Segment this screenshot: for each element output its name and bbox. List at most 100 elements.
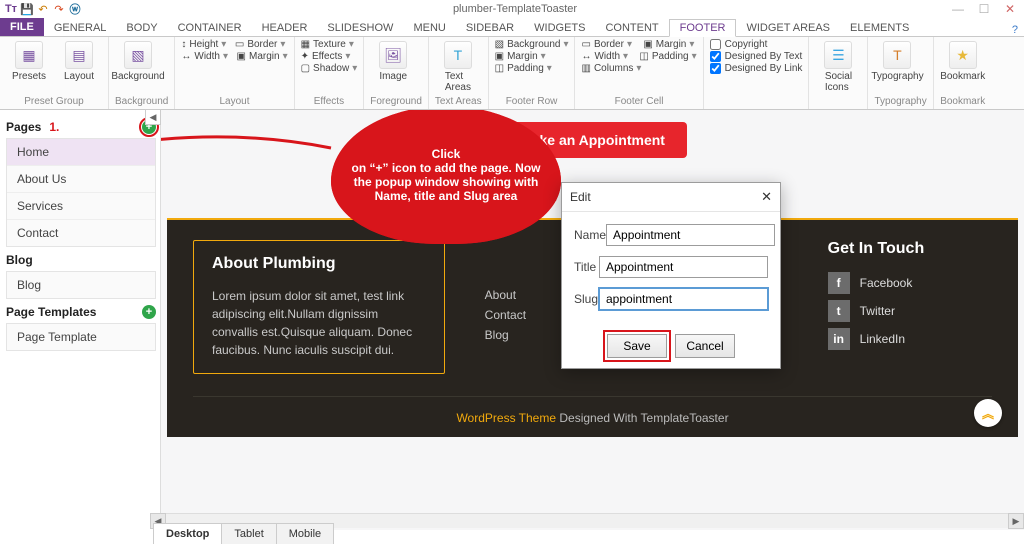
minimize-button[interactable]: — [948,2,968,16]
social-facebook[interactable]: fFacebook [828,272,992,294]
width-dd[interactable]: ↔ Width ▾ ▣ Margin ▾ [181,51,287,62]
title-input[interactable] [599,256,768,278]
slug-label: Slug [574,292,599,306]
tab-slideshow[interactable]: SLIDESHOW [317,20,403,36]
file-menu[interactable]: FILE [0,18,44,36]
typography-button[interactable]: TTypography [874,39,920,84]
social-twitter[interactable]: tTwitter [828,300,992,322]
wordpress-icon[interactable]: ⓦ [68,2,82,16]
shadow-dd[interactable]: ▢ Shadow ▾ [301,63,358,74]
about-column: About Plumbing Lorem ipsum dolor sit ame… [193,240,445,374]
main-area: ◀ Pages 1. + Home About Us Services Cont… [0,110,1024,530]
designed-text-check[interactable]: Designed By Text [710,51,803,62]
layout-button[interactable]: ▤Layout [56,39,102,84]
close-button[interactable]: ✕ [1000,2,1020,16]
slug-input[interactable] [599,288,768,310]
group-designed: Copyright Designed By Text Designed By L… [704,37,810,109]
quick-access-toolbar: Tᴛ 💾 ↶ ↷ ⓦ [4,2,82,16]
page-item-home[interactable]: Home [7,139,155,166]
group-effects: ▦ Texture ▾ ✦ Effects ▾ ▢ Shadow ▾ Effec… [295,37,365,109]
edit-dialog: Edit✕ Name Title Slug Save Cancel [561,182,781,369]
view-mobile[interactable]: Mobile [276,523,334,544]
group-foreground: 🖼Image Foreground [364,37,429,109]
template-item[interactable]: Page Template [7,324,155,350]
save-button[interactable]: Save [607,334,667,358]
menu-tabs: FILE GENERAL BODY CONTAINER HEADER SLIDE… [0,18,1024,37]
pages-panel: Home About Us Services Contact [6,138,156,247]
pages-heading: Pages 1. + [6,120,156,134]
twitter-icon: t [828,300,850,322]
annotation-1: 1. [49,120,59,134]
facebook-icon: f [828,272,850,294]
image-button[interactable]: 🖼Image [370,39,416,84]
add-template-button[interactable]: + [142,305,156,319]
row-margin-dd[interactable]: ▣ Margin ▾ [495,51,569,62]
view-tablet[interactable]: Tablet [221,523,276,544]
blog-item[interactable]: Blog [7,272,155,298]
tab-widgets[interactable]: WIDGETS [524,20,595,36]
undo-icon[interactable]: ↶ [36,2,50,16]
group-footer-cell: ▭ Border ▾ ▣ Margin ▾ ↔ Width ▾ ◫ Paddin… [575,37,703,109]
title-bar: Tᴛ 💾 ↶ ↷ ⓦ plumber-TemplateToaster — ☐ ✕ [0,0,1024,18]
name-label: Name [574,228,606,242]
group-layout: ↕ Height ▾ ▭ Border ▾ ↔ Width ▾ ▣ Margin… [175,37,294,109]
scroll-top-button[interactable]: ︽ [974,399,1002,427]
about-heading: About Plumbing [212,255,426,273]
group-social: ☰Social Icons [809,37,868,109]
scroll-right-icon[interactable]: ▶ [1008,513,1024,529]
dialog-close-icon[interactable]: ✕ [761,189,772,205]
bookmark-button[interactable]: ★Bookmark [940,39,986,84]
effects-dd[interactable]: ✦ Effects ▾ [301,51,358,62]
templates-heading: Page Templates + [6,305,156,319]
redo-icon[interactable]: ↷ [52,2,66,16]
linkedin-icon: in [828,328,850,350]
app-logo-icon: Tᴛ [4,2,18,16]
tab-header[interactable]: HEADER [252,20,318,36]
social-column: Get In Touch fFacebook tTwitter inLinked… [828,240,992,374]
tab-footer[interactable]: FOOTER [669,19,737,37]
group-footer-row: ▧ Background ▾ ▣ Margin ▾ ◫ Padding ▾ Fo… [489,37,576,109]
help-icon[interactable]: ? [1006,24,1024,36]
view-desktop[interactable]: Desktop [153,523,222,544]
cancel-button[interactable]: Cancel [675,334,735,358]
view-tabs: Desktop Tablet Mobile [153,523,333,544]
annotation-arrow [161,124,341,164]
page-item-about[interactable]: About Us [7,166,155,193]
group-typography: TTypography Typography [868,37,933,109]
background-button[interactable]: ▧Background [115,39,161,84]
tab-general[interactable]: GENERAL [44,20,117,36]
height-dd[interactable]: ↕ Height ▾ ▭ Border ▾ [181,39,287,50]
tab-content[interactable]: CONTENT [595,20,668,36]
blog-heading: Blog [6,253,156,267]
canvas: Click on “+” icon to add the page. Now t… [161,110,1024,530]
tab-widget-areas[interactable]: WIDGET AREAS [736,20,840,36]
tab-sidebar[interactable]: SIDEBAR [456,20,524,36]
texture-dd[interactable]: ▦ Texture ▾ [301,39,358,50]
tab-container[interactable]: CONTAINER [168,20,252,36]
ribbon: ▦Presets ▤Layout Preset Group ▧Backgroun… [0,37,1024,110]
row-background-dd[interactable]: ▧ Background ▾ [495,39,569,50]
page-item-services[interactable]: Services [7,193,155,220]
copyright-check[interactable]: Copyright [710,39,803,50]
social-icons-button[interactable]: ☰Social Icons [815,39,861,95]
text-areas-button[interactable]: TText Areas [435,39,481,95]
group-text-areas: TText Areas Text Areas [429,37,489,109]
footer-credits: WordPress Theme Designed With TemplateTo… [193,396,992,425]
name-input[interactable] [606,224,775,246]
tab-body[interactable]: BODY [116,20,167,36]
title-label: Title [574,260,599,274]
group-preset: ▦Presets ▤Layout Preset Group [0,37,109,109]
page-item-contact[interactable]: Contact [7,220,155,246]
maximize-button[interactable]: ☐ [974,2,994,16]
save-icon[interactable]: 💾 [20,2,34,16]
app-title: plumber-TemplateToaster [82,3,948,15]
presets-button[interactable]: ▦Presets [6,39,52,84]
collapse-sidebar-icon[interactable]: ◀ [145,109,161,125]
social-linkedin[interactable]: inLinkedIn [828,328,992,350]
tab-menu[interactable]: MENU [403,20,455,36]
annotation-2: 2. [547,190,557,204]
row-padding-dd[interactable]: ◫ Padding ▾ [495,63,569,74]
designed-link-check[interactable]: Designed By Link [710,63,803,74]
group-bookmark: ★Bookmark Bookmark [934,37,992,109]
tab-elements[interactable]: ELEMENTS [840,20,919,36]
